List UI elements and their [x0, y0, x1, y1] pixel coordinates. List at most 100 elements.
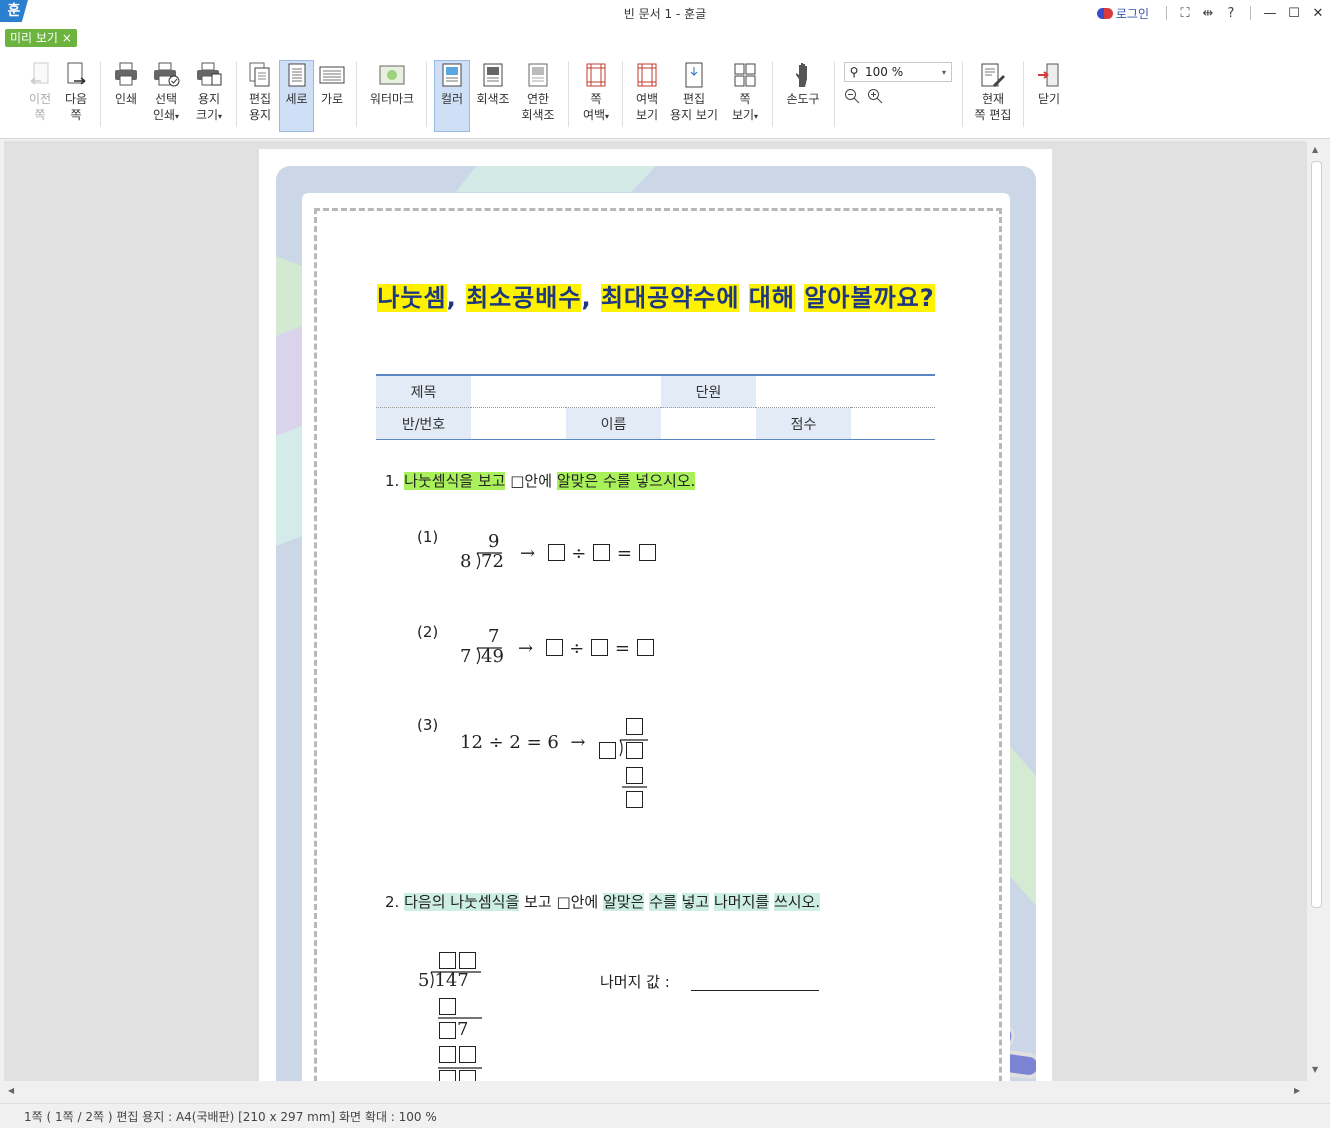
paper-view-button[interactable]: 편집용지 보기 — [668, 61, 720, 123]
current-page-edit-label-1: 현재 — [981, 92, 1005, 106]
svg-text:8: 8 — [460, 551, 471, 572]
answer-box[interactable] — [439, 998, 456, 1015]
document-viewport[interactable]: 나눗셈, 최소공배수, 최대공약수에 대해 알아볼까요? 제목 단원 반/번호 … — [4, 141, 1307, 1081]
zoom-out-button[interactable] — [844, 88, 860, 107]
edit-paper-icon — [249, 62, 270, 87]
page-margin-icon — [586, 63, 606, 87]
answer-box[interactable] — [636, 639, 654, 656]
document-title: 나눗셈, 최소공배수, 최대공약수에 대해 알아볼까요? — [377, 284, 935, 312]
prev-page-button[interactable]: 이전쪽 — [24, 61, 56, 123]
answer-box[interactable] — [638, 544, 656, 561]
class-number-field[interactable] — [471, 407, 566, 440]
select-print-label-1: 선택 — [154, 92, 178, 106]
grayscale-button[interactable]: 회색조 — [472, 61, 514, 107]
fit-width-icon[interactable]: ⇹ — [1197, 6, 1219, 21]
long-division-q2: 5 147 7 — [414, 950, 494, 1081]
edit-paper-button[interactable]: 편집 용지 — [243, 61, 277, 123]
paper-size-button[interactable]: 용지 크기▾ — [191, 61, 227, 125]
zoom-select[interactable]: ⚲ 100 % ▾ — [844, 62, 952, 82]
status-text: 1쪽 ( 1쪽 / 2쪽 ) 편집 용지 : A4(국배판) [210 x 29… — [24, 1110, 437, 1124]
margin-view-button[interactable]: 여백 보기 — [630, 61, 664, 123]
answer-box[interactable] — [547, 544, 565, 561]
scroll-up-icon[interactable]: ▲ — [1312, 145, 1318, 154]
next-page-icon — [67, 62, 86, 85]
answer-box[interactable] — [459, 1070, 476, 1081]
document-page: 나눗셈, 최소공배수, 최대공약수에 대해 알아볼까요? 제목 단원 반/번호 … — [259, 149, 1052, 1081]
score-label: 점수 — [756, 407, 851, 440]
landscape-button[interactable]: 가로 — [315, 61, 349, 107]
scroll-down-icon[interactable]: ▼ — [1312, 1065, 1318, 1074]
scroll-left-icon[interactable]: ◀ — [8, 1086, 14, 1095]
long-division-1: 9 8 72 — [460, 531, 504, 572]
prev-page-icon — [30, 62, 49, 85]
close-preview-button[interactable]: 닫기 — [1030, 61, 1068, 107]
question-2: 2. 다음의 나눗셈식을 보고 □안에 알맞은 수를 넣고 나머지를 쓰시오. — [385, 893, 821, 911]
q2-dividend: 5 147 — [418, 970, 469, 991]
close-window-button[interactable]: ✕ — [1306, 6, 1330, 21]
current-page-edit-button[interactable]: 현재쪽 편집 — [970, 61, 1016, 123]
tab-preview[interactable]: 미리 보기 × — [5, 29, 77, 47]
answer-box[interactable] — [626, 742, 643, 759]
question-1: 1. 나눗셈식을 보고 □안에 알맞은 수를 넣으시오. — [385, 472, 696, 490]
name-field[interactable] — [661, 407, 756, 440]
answer-box[interactable] — [593, 544, 611, 561]
light-grayscale-button[interactable]: 연한 회색조 — [516, 61, 560, 123]
current-page-edit-label-2: 쪽 편집 — [974, 108, 1012, 122]
color-button[interactable]: 컬러 — [434, 60, 470, 132]
answer-box[interactable] — [591, 639, 609, 656]
select-print-button[interactable]: 선택 인쇄▾ — [147, 61, 185, 125]
title-field[interactable] — [471, 374, 661, 408]
paper-view-label-2: 용지 보기 — [670, 108, 718, 122]
minimize-button[interactable]: — — [1258, 6, 1282, 21]
answer-box[interactable] — [439, 1022, 456, 1039]
margin-view-label-2: 보기 — [635, 108, 659, 122]
login-button[interactable]: 로그인 — [1096, 5, 1149, 22]
unit-field[interactable] — [756, 374, 935, 408]
hand-tool-label: 손도구 — [786, 92, 820, 106]
score-field[interactable] — [851, 407, 935, 440]
answer-box[interactable] — [459, 1046, 476, 1063]
answer-box[interactable] — [439, 1046, 456, 1063]
next-page-button[interactable]: 다음 쪽 — [60, 61, 92, 123]
answer-box[interactable] — [545, 639, 563, 656]
margin-view-icon — [637, 63, 657, 87]
next-page-label-2: 쪽 — [70, 108, 82, 122]
zoom-search-icon: ⚲ — [849, 65, 859, 79]
answer-box[interactable] — [439, 1070, 456, 1081]
landscape-label: 가로 — [320, 92, 344, 106]
svg-text:9: 9 — [488, 531, 499, 552]
app-icon[interactable]: 훈 — [0, 0, 28, 22]
paper-size-label-1: 용지 — [197, 92, 221, 106]
remainder-answer-line[interactable] — [691, 990, 819, 991]
page-margin-button[interactable]: 쪽 여백▾ — [578, 61, 614, 125]
maximize-button[interactable]: ☐ — [1282, 6, 1306, 21]
prev-page-label-2: 쪽 — [34, 108, 46, 122]
fullscreen-icon[interactable]: ⛶ — [1174, 6, 1196, 21]
scroll-right-icon[interactable]: ▶ — [1294, 1086, 1300, 1095]
zoom-in-button[interactable] — [867, 88, 883, 107]
portrait-button[interactable]: 세로 — [279, 60, 314, 132]
item-1-label: (1) — [417, 528, 439, 546]
help-icon[interactable]: ? — [1220, 6, 1242, 21]
svg-text:7: 7 — [488, 626, 499, 647]
horizontal-scrollbar[interactable]: ◀ ▶ — [4, 1083, 1307, 1100]
answer-box[interactable] — [626, 791, 643, 808]
zoom-value: 100 % — [865, 65, 904, 79]
watermark-button[interactable]: 워터마크 — [366, 61, 418, 107]
unit-label: 단원 — [661, 374, 756, 408]
page-view-button[interactable]: 쪽 보기▾ — [727, 61, 763, 125]
prev-page-label-1: 이전 — [28, 92, 52, 106]
item-1-equation: → ÷ = — [520, 543, 657, 565]
item-2-label: (2) — [417, 623, 439, 641]
hand-tool-button[interactable]: 손도구 — [782, 61, 824, 107]
print-button[interactable]: 인쇄 — [109, 61, 143, 107]
zoom-in-icon — [868, 89, 883, 104]
grayscale-icon — [483, 63, 503, 87]
paper-size-icon — [197, 62, 222, 86]
q2-digit: 7 — [457, 1019, 469, 1040]
scroll-thumb[interactable] — [1311, 161, 1322, 908]
vertical-scrollbar[interactable]: ▲ ▼ — [1308, 141, 1325, 1081]
answer-box[interactable] — [599, 742, 616, 759]
paper-view-label-1: 편집 — [682, 92, 706, 106]
answer-box[interactable] — [626, 767, 643, 784]
